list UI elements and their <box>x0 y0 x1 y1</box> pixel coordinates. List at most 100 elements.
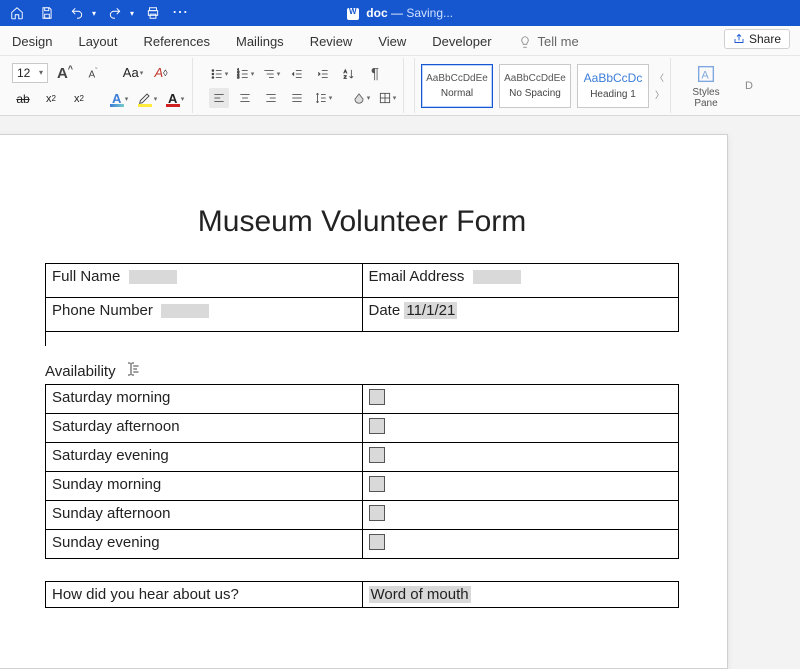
save-icon[interactable] <box>36 2 58 24</box>
checkbox[interactable] <box>369 447 385 463</box>
font-size-combo[interactable]: 12▾ <box>12 63 48 83</box>
style-no-spacing[interactable]: AaBbCcDdEe No Spacing <box>499 64 571 108</box>
svg-text:A: A <box>701 69 709 81</box>
borders-button[interactable]: ▾ <box>377 88 397 108</box>
text-effects-button[interactable]: A▾ <box>108 88 130 110</box>
font-group: 12▾ A^ Aˇ Aa▾ A◊ ab x2 x2 A▾ ▾ A▾ <box>6 58 193 113</box>
subscript-button[interactable]: x2 <box>40 88 62 110</box>
hear-answer-cell[interactable]: Word of mouth <box>362 582 679 608</box>
availability-checkbox-cell[interactable] <box>362 443 679 472</box>
grow-font-button[interactable]: A^ <box>54 62 76 84</box>
availability-slot-cell[interactable]: Saturday evening <box>46 443 363 472</box>
availability-label[interactable]: Availability <box>45 360 679 382</box>
table-row[interactable]: How did you hear about us? Word of mouth <box>46 582 679 608</box>
bullets-button[interactable]: ▾ <box>209 64 229 84</box>
table-row[interactable]: Sunday evening <box>46 530 679 559</box>
date-cell[interactable]: Date 11/1/21 <box>362 298 679 332</box>
save-status: Saving... <box>406 6 453 20</box>
table-row[interactable]: Saturday morning <box>46 385 679 414</box>
document-canvas[interactable]: Museum Volunteer Form Full Name Email Ad… <box>0 116 800 669</box>
table-row[interactable]: Saturday evening <box>46 443 679 472</box>
availability-slot-cell[interactable]: Sunday morning <box>46 472 363 501</box>
shading-button[interactable]: ▾ <box>351 88 371 108</box>
availability-slot-cell[interactable]: Saturday morning <box>46 385 363 414</box>
highlight-button[interactable]: ▾ <box>136 88 158 110</box>
styles-gallery-scroll[interactable]: 〈〉 <box>655 71 664 101</box>
numbering-button[interactable]: 123▾ <box>235 64 255 84</box>
availability-checkbox-cell[interactable] <box>362 530 679 559</box>
checkbox[interactable] <box>369 476 385 492</box>
document-page[interactable]: Museum Volunteer Form Full Name Email Ad… <box>0 134 728 669</box>
doc-name: doc <box>366 6 387 20</box>
ribbon-overflow[interactable]: D <box>741 80 753 92</box>
email-field[interactable] <box>473 270 521 284</box>
availability-checkbox-cell[interactable] <box>362 385 679 414</box>
tab-references[interactable]: References <box>142 28 212 55</box>
availability-table[interactable]: Saturday morningSaturday afternoonSaturd… <box>45 384 679 559</box>
table-row[interactable]: Full Name Email Address <box>46 264 679 298</box>
table-row[interactable]: Saturday afternoon <box>46 414 679 443</box>
show-paragraph-marks-button[interactable]: ¶ <box>365 64 385 84</box>
undo-dropdown[interactable]: ▾ <box>92 9 96 18</box>
styles-pane-button[interactable]: A Styles Pane <box>681 63 731 109</box>
hear-answer-field[interactable]: Word of mouth <box>369 586 471 603</box>
redo-dropdown[interactable]: ▾ <box>130 9 134 18</box>
svg-text:Z: Z <box>344 74 347 79</box>
contact-table[interactable]: Full Name Email Address Phone Number Dat… <box>45 263 679 332</box>
justify-button[interactable] <box>287 88 307 108</box>
strikethrough-button[interactable]: ab <box>12 88 34 110</box>
availability-checkbox-cell[interactable] <box>362 472 679 501</box>
checkbox[interactable] <box>369 418 385 434</box>
align-center-button[interactable] <box>235 88 255 108</box>
more-commands-icon[interactable]: ⋯ <box>172 6 189 20</box>
checkbox[interactable] <box>369 389 385 405</box>
superscript-button[interactable]: x2 <box>68 88 90 110</box>
checkbox[interactable] <box>369 534 385 550</box>
shrink-font-button[interactable]: Aˇ <box>82 62 104 84</box>
share-button[interactable]: Share <box>724 29 790 49</box>
availability-slot-cell[interactable]: Sunday evening <box>46 530 363 559</box>
hear-about-table[interactable]: How did you hear about us? Word of mouth <box>45 581 679 608</box>
font-color-button[interactable]: A▾ <box>164 88 186 110</box>
email-cell[interactable]: Email Address <box>362 264 679 298</box>
tab-design[interactable]: Design <box>10 28 54 55</box>
multilevel-list-button[interactable]: ▾ <box>261 64 281 84</box>
table-row[interactable]: Sunday afternoon <box>46 501 679 530</box>
redo-icon[interactable] <box>104 2 126 24</box>
full-name-cell[interactable]: Full Name <box>46 264 363 298</box>
table-row[interactable]: Sunday morning <box>46 472 679 501</box>
document-heading[interactable]: Museum Volunteer Form <box>45 205 679 239</box>
undo-icon[interactable] <box>66 2 88 24</box>
tab-developer[interactable]: Developer <box>430 28 493 55</box>
increase-indent-button[interactable] <box>313 64 333 84</box>
style-heading-1[interactable]: AaBbCcDc Heading 1 <box>577 64 649 108</box>
phone-field[interactable] <box>161 304 209 318</box>
availability-slot-cell[interactable]: Saturday afternoon <box>46 414 363 443</box>
lightbulb-icon <box>518 35 532 49</box>
availability-slot-cell[interactable]: Sunday afternoon <box>46 501 363 530</box>
align-left-button[interactable] <box>209 88 229 108</box>
date-field[interactable]: 11/1/21 <box>404 302 457 319</box>
availability-checkbox-cell[interactable] <box>362 501 679 530</box>
decrease-indent-button[interactable] <box>287 64 307 84</box>
checkbox[interactable] <box>369 505 385 521</box>
tab-mailings[interactable]: Mailings <box>234 28 286 55</box>
line-spacing-button[interactable]: ▾ <box>313 88 333 108</box>
phone-cell[interactable]: Phone Number <box>46 298 363 332</box>
tell-me-search[interactable]: Tell me <box>516 28 581 55</box>
availability-checkbox-cell[interactable] <box>362 414 679 443</box>
align-right-button[interactable] <box>261 88 281 108</box>
tab-review[interactable]: Review <box>308 28 355 55</box>
full-name-field[interactable] <box>129 270 177 284</box>
tab-layout[interactable]: Layout <box>76 28 119 55</box>
clear-formatting-button[interactable]: A◊ <box>150 62 172 84</box>
titlebar: ▾ ▾ ⋯ doc — Saving... <box>0 0 800 26</box>
tab-view[interactable]: View <box>376 28 408 55</box>
style-normal[interactable]: AaBbCcDdEe Normal <box>421 64 493 108</box>
home-icon[interactable] <box>6 2 28 24</box>
table-row[interactable]: Phone Number Date 11/1/21 <box>46 298 679 332</box>
sort-button[interactable]: AZ <box>339 64 359 84</box>
print-icon[interactable] <box>142 2 164 24</box>
change-case-button[interactable]: Aa▾ <box>122 62 144 84</box>
hear-question-cell[interactable]: How did you hear about us? <box>46 582 363 608</box>
